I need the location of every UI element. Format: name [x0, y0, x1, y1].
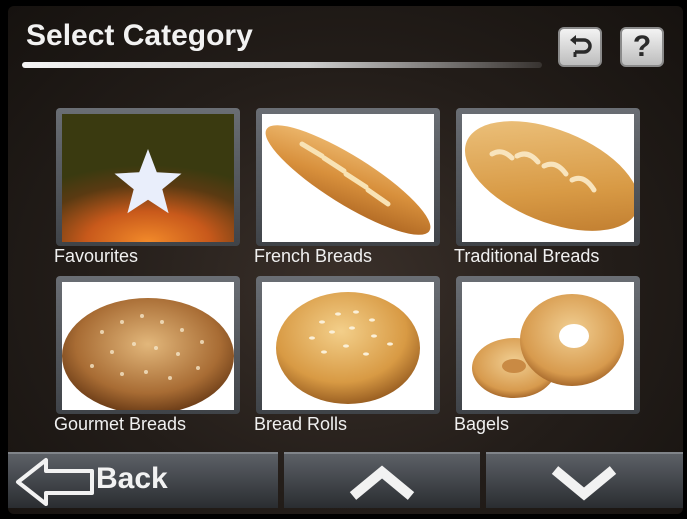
- back-button[interactable]: Back: [8, 452, 278, 508]
- category-bagels[interactable]: Bagels: [454, 276, 640, 436]
- category-label: Traditional Breads: [454, 246, 600, 266]
- category-french-breads[interactable]: French Breads: [254, 108, 440, 268]
- bread-roll-image: [262, 282, 434, 410]
- title-underline: [22, 62, 542, 68]
- scroll-down-button[interactable]: [486, 452, 683, 508]
- category-favourites[interactable]: Favourites: [54, 108, 240, 268]
- back-label: Back: [96, 462, 168, 495]
- category-label: Gourmet Breads: [54, 414, 187, 434]
- scroll-up-button[interactable]: [284, 452, 480, 508]
- round-loaf-image: [62, 282, 234, 410]
- return-arrow-icon: [570, 35, 592, 57]
- back-arrow-icon: [16, 458, 94, 506]
- category-bread-rolls[interactable]: Bread Rolls: [254, 276, 440, 436]
- star-icon: [114, 149, 182, 214]
- baguette-image: [262, 114, 434, 242]
- category-label: Favourites: [54, 246, 139, 266]
- chevron-down-icon: [551, 466, 617, 501]
- device-screen: Select Category ? Favourites French Brea…: [0, 0, 687, 519]
- page-title: Select Category: [26, 19, 253, 52]
- category-gourmet-breads[interactable]: Gourmet Breads: [54, 276, 240, 436]
- category-label: Bagels: [454, 414, 510, 434]
- loaf-image: [462, 114, 634, 242]
- favourites-thumbnail: [62, 114, 234, 242]
- category-label: Bread Rolls: [254, 414, 348, 434]
- category-panel: Select Category ? Favourites French Brea…: [8, 6, 683, 514]
- chevron-up-icon: [349, 465, 415, 500]
- help-button[interactable]: ?: [620, 27, 664, 67]
- category-traditional-breads[interactable]: Traditional Breads: [454, 108, 640, 268]
- help-icon: ?: [632, 30, 652, 63]
- category-label: French Breads: [254, 246, 373, 266]
- return-button[interactable]: [558, 27, 602, 67]
- bagels-image: [462, 282, 634, 410]
